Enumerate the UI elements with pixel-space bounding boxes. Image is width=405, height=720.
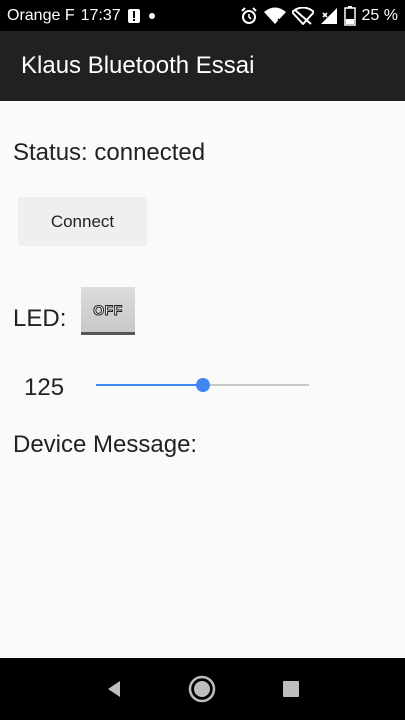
- wifi-icon: [263, 7, 286, 25]
- back-icon[interactable]: [94, 669, 134, 709]
- device-message-label: Device Message:: [13, 431, 198, 458]
- brightness-slider[interactable]: [96, 373, 309, 397]
- slider-fill: [96, 384, 203, 386]
- led-label: LED:: [13, 305, 67, 332]
- battery-percent: 25 %: [361, 6, 398, 24]
- slider-value: 125: [24, 374, 65, 401]
- no-sim-icon: [291, 6, 314, 25]
- status-bar: Orange F 17:37 25 %: [0, 0, 405, 31]
- dot-icon: [147, 11, 157, 21]
- navigation-bar: [0, 658, 405, 720]
- battery-icon: [343, 5, 356, 26]
- carrier-name: Orange F: [7, 6, 75, 24]
- clock: 17:37: [80, 6, 121, 24]
- connect-button[interactable]: Connect: [18, 197, 147, 246]
- alert-icon: [127, 8, 141, 24]
- recents-icon[interactable]: [271, 669, 311, 709]
- app-bar: Klaus Bluetooth Essai: [0, 31, 405, 101]
- connection-status: Status: connected: [13, 139, 206, 166]
- led-toggle-button[interactable]: OFF: [81, 287, 135, 335]
- app-title: Klaus Bluetooth Essai: [21, 52, 255, 79]
- alarm-icon: [240, 6, 258, 25]
- slider-thumb[interactable]: [196, 378, 210, 392]
- main-content: Status: connected Connect LED: OFF 125 D…: [0, 101, 405, 658]
- home-icon[interactable]: [182, 669, 222, 709]
- signal-icon: [320, 7, 338, 25]
